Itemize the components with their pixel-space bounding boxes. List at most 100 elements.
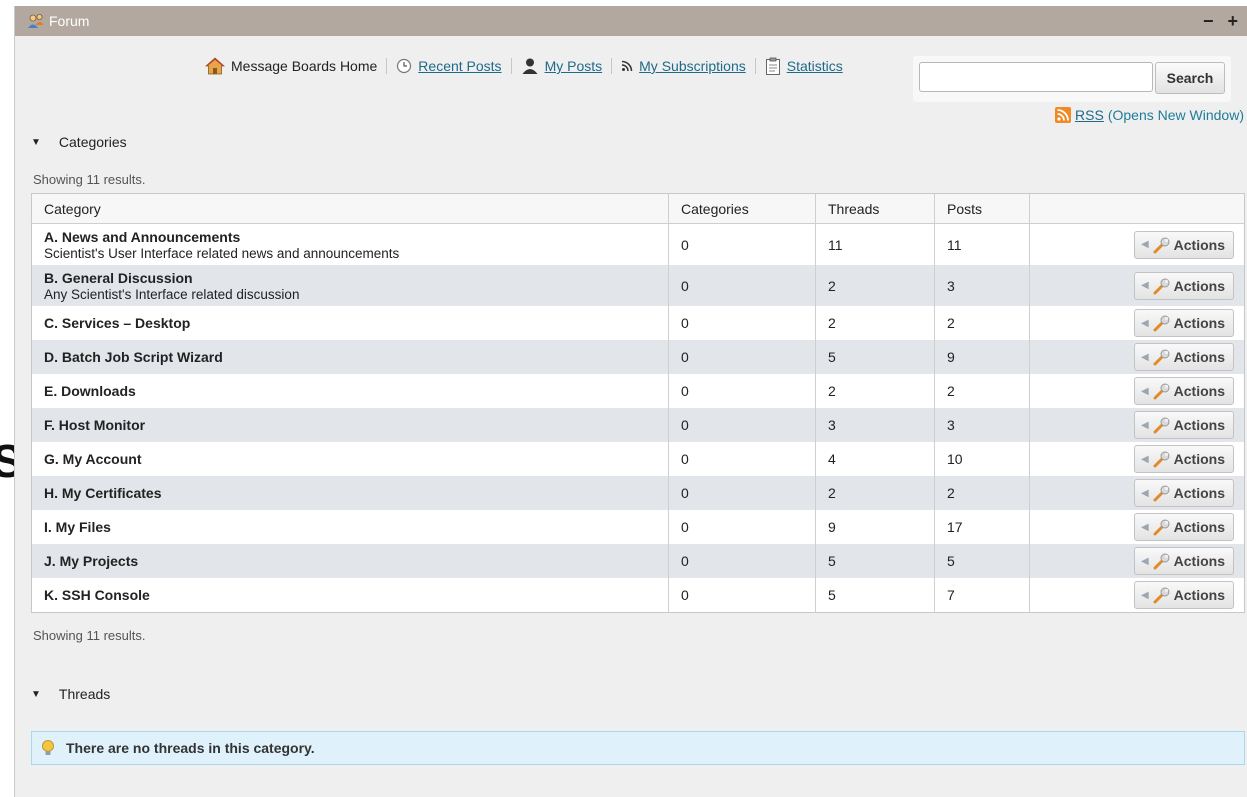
caret-left-icon: ◀ bbox=[1140, 487, 1149, 499]
caret-left-icon: ◀ bbox=[1140, 419, 1149, 431]
table-row: A. News and Announcements Scientist's Use… bbox=[31, 223, 1245, 265]
actions-cell: ◀ Actions bbox=[1029, 408, 1245, 442]
post-count: 2 bbox=[934, 374, 1030, 408]
category-name-link[interactable]: A. News and Announcements bbox=[44, 229, 656, 245]
column-header-categories[interactable]: Categories bbox=[668, 193, 816, 224]
thread-count: 4 bbox=[815, 442, 935, 476]
post-count: 2 bbox=[934, 306, 1030, 340]
actions-button[interactable]: ◀ Actions bbox=[1133, 411, 1234, 439]
actions-label: Actions bbox=[1173, 587, 1225, 603]
category-name-link[interactable]: C. Services – Desktop bbox=[44, 315, 656, 331]
threads-section-label: Threads bbox=[58, 686, 111, 702]
rss-link[interactable]: RSS bbox=[1075, 107, 1104, 123]
table-row: H. My Certificates 0 2 2 ◀ Actions bbox=[31, 476, 1245, 510]
post-count: 9 bbox=[934, 340, 1030, 374]
clock-icon bbox=[397, 58, 412, 74]
post-count: 5 bbox=[934, 544, 1030, 578]
nav-divider bbox=[611, 58, 613, 74]
category-name-link[interactable]: B. General Discussion bbox=[44, 270, 656, 286]
actions-cell: ◀ Actions bbox=[1029, 476, 1245, 510]
nav-statistics[interactable]: Statistics bbox=[765, 57, 843, 75]
subcategory-count: 0 bbox=[668, 442, 816, 476]
rss-icon bbox=[1055, 107, 1072, 123]
nav-my-posts[interactable]: My Posts bbox=[521, 57, 603, 75]
search-button[interactable]: Search bbox=[1155, 62, 1225, 94]
category-description: Scientist's User Interface related news … bbox=[44, 245, 400, 261]
post-count: 11 bbox=[934, 223, 1030, 265]
table-row: D. Batch Job Script Wizard 0 5 9 ◀ Actions bbox=[31, 340, 1245, 374]
subcategory-count: 0 bbox=[668, 544, 816, 578]
category-cell: E. Downloads bbox=[31, 374, 669, 408]
actions-button[interactable]: ◀ Actions bbox=[1133, 547, 1234, 575]
category-name-link[interactable]: I. My Files bbox=[44, 519, 656, 535]
actions-button[interactable]: ◀ Actions bbox=[1133, 230, 1234, 259]
table-row: C. Services – Desktop 0 2 2 ◀ Actions bbox=[31, 306, 1245, 340]
column-header-category[interactable]: Category bbox=[31, 193, 669, 224]
wrench-icon bbox=[1153, 519, 1170, 536]
subcategory-count: 0 bbox=[668, 578, 816, 613]
actions-button[interactable]: ◀ Actions bbox=[1133, 343, 1234, 371]
results-count-top: Showing 11 results. bbox=[33, 172, 146, 187]
categories-toggle[interactable]: ▼ Categories bbox=[31, 134, 127, 150]
subcategory-count: 0 bbox=[668, 374, 816, 408]
category-name-link[interactable]: E. Downloads bbox=[44, 383, 656, 399]
actions-cell: ◀ Actions bbox=[1029, 340, 1245, 374]
caret-left-icon: ◀ bbox=[1140, 351, 1149, 363]
column-header-posts[interactable]: Posts bbox=[934, 193, 1030, 224]
nav-statistics-link[interactable]: Statistics bbox=[787, 58, 843, 74]
portlet-titlebar: Forum − + bbox=[15, 6, 1247, 36]
column-header-threads[interactable]: Threads bbox=[815, 193, 935, 224]
users-icon bbox=[28, 14, 44, 28]
actions-label: Actions bbox=[1173, 519, 1225, 535]
actions-button[interactable]: ◀ Actions bbox=[1133, 581, 1234, 609]
search-input[interactable] bbox=[919, 62, 1153, 92]
category-name-link[interactable]: D. Batch Job Script Wizard bbox=[44, 349, 656, 365]
thread-count: 5 bbox=[815, 544, 935, 578]
results-count-bottom: Showing 11 results. bbox=[33, 628, 146, 643]
rss-note: (Opens New Window) bbox=[1107, 107, 1244, 123]
actions-button[interactable]: ◀ Actions bbox=[1133, 309, 1234, 337]
actions-button[interactable]: ◀ Actions bbox=[1133, 377, 1234, 405]
actions-cell: ◀ Actions bbox=[1030, 442, 1245, 476]
wrench-icon bbox=[1153, 485, 1170, 502]
post-count: 7 bbox=[934, 578, 1030, 613]
minimize-button[interactable]: − bbox=[1203, 12, 1214, 30]
actions-button[interactable]: ◀ Actions bbox=[1133, 445, 1234, 473]
category-name-link[interactable]: G. My Account bbox=[44, 451, 656, 467]
thread-count: 2 bbox=[815, 374, 935, 408]
nav-recent-posts[interactable]: Recent Posts bbox=[396, 58, 502, 74]
wrench-icon bbox=[1153, 417, 1170, 434]
nav-subscriptions[interactable]: My Subscriptions bbox=[621, 58, 746, 74]
category-cell: G. My Account bbox=[31, 442, 669, 476]
post-count: 3 bbox=[934, 408, 1030, 442]
nav-home[interactable]: Message Boards Home bbox=[205, 57, 377, 75]
actions-label: Actions bbox=[1173, 553, 1225, 569]
lightbulb-icon bbox=[42, 740, 54, 755]
subcategory-count: 0 bbox=[668, 408, 816, 442]
nav-home-label: Message Boards Home bbox=[231, 58, 378, 74]
category-name-link[interactable]: J. My Projects bbox=[44, 553, 656, 569]
nav-subscriptions-link[interactable]: My Subscriptions bbox=[639, 58, 746, 74]
actions-button[interactable]: ◀ Actions bbox=[1133, 513, 1234, 541]
actions-button[interactable]: ◀ Actions bbox=[1133, 479, 1234, 507]
nav-my-posts-link[interactable]: My Posts bbox=[545, 58, 603, 74]
thread-count: 2 bbox=[815, 476, 935, 510]
rss-link-row: RSS (Opens New Window) bbox=[1055, 107, 1244, 123]
actions-label: Actions bbox=[1173, 451, 1225, 467]
feed-icon bbox=[622, 60, 633, 72]
subcategory-count: 0 bbox=[668, 510, 816, 544]
category-cell: I. My Files bbox=[31, 510, 669, 544]
threads-toggle[interactable]: ▼ Threads bbox=[31, 686, 110, 702]
caret-left-icon: ◀ bbox=[1140, 521, 1149, 533]
nav-recent-posts-link[interactable]: Recent Posts bbox=[418, 58, 501, 74]
maximize-button[interactable]: + bbox=[1227, 12, 1238, 30]
wrench-icon bbox=[1153, 451, 1170, 468]
category-cell: A. News and Announcements Scientist's Use… bbox=[31, 223, 669, 265]
actions-label: Actions bbox=[1173, 417, 1225, 433]
category-name-link[interactable]: F. Host Monitor bbox=[44, 417, 656, 433]
actions-button[interactable]: ◀ Actions bbox=[1133, 271, 1234, 300]
subcategory-count: 0 bbox=[668, 223, 816, 265]
user-icon bbox=[522, 58, 538, 74]
category-name-link[interactable]: H. My Certificates bbox=[44, 485, 656, 501]
category-name-link[interactable]: K. SSH Console bbox=[44, 587, 656, 603]
